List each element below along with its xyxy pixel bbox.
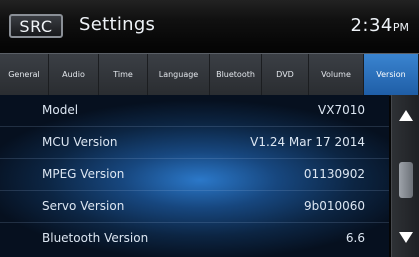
tab-time[interactable]: Time bbox=[99, 54, 148, 95]
triangle-down-icon bbox=[399, 231, 413, 243]
clock: 2:34PM bbox=[350, 15, 409, 36]
clock-time: 2:34 bbox=[350, 15, 393, 36]
list-item: MCU Version V1.24 Mar 17 2014 bbox=[0, 127, 389, 159]
page-title: Settings bbox=[79, 14, 156, 35]
source-button[interactable]: SRC bbox=[9, 14, 63, 38]
top-bar: SRC Settings 2:34PM bbox=[0, 0, 419, 47]
item-label: Model bbox=[42, 103, 79, 117]
list-item: Servo Version 9b010060 bbox=[0, 191, 389, 223]
tab-volume[interactable]: Volume bbox=[309, 54, 364, 95]
scrollbar[interactable] bbox=[391, 95, 419, 257]
list-item: Model VX7010 bbox=[0, 95, 389, 127]
tab-dvd[interactable]: DVD bbox=[262, 54, 309, 95]
tab-language[interactable]: Language bbox=[148, 54, 210, 95]
item-label: MPEG Version bbox=[42, 167, 125, 181]
item-value: 6.6 bbox=[345, 231, 365, 245]
version-list: Model VX7010 MCU Version V1.24 Mar 17 20… bbox=[0, 95, 389, 257]
item-value: 01130902 bbox=[303, 167, 365, 181]
item-label: MCU Version bbox=[42, 135, 118, 149]
scroll-up-button[interactable] bbox=[392, 95, 419, 135]
item-value: 9b010060 bbox=[303, 199, 365, 213]
tab-bluetooth[interactable]: Bluetooth bbox=[210, 54, 262, 95]
scroll-down-button[interactable] bbox=[392, 217, 419, 257]
scroll-thumb[interactable] bbox=[399, 162, 413, 198]
list-item: MPEG Version 01130902 bbox=[0, 159, 389, 191]
settings-tabs: General Audio Time Language Bluetooth DV… bbox=[0, 53, 419, 96]
item-value: VX7010 bbox=[318, 103, 365, 117]
settings-screen: SRC Settings 2:34PM General Audio Time L… bbox=[0, 0, 419, 257]
triangle-up-icon bbox=[399, 109, 413, 121]
item-label: Bluetooth Version bbox=[42, 231, 149, 245]
list-item: Bluetooth Version 6.6 bbox=[0, 223, 389, 255]
tab-audio[interactable]: Audio bbox=[49, 54, 99, 95]
item-label: Servo Version bbox=[42, 199, 125, 213]
tab-version[interactable]: Version bbox=[364, 54, 419, 95]
item-value: V1.24 Mar 17 2014 bbox=[250, 135, 365, 149]
scroll-track[interactable] bbox=[399, 139, 413, 213]
clock-ampm: PM bbox=[392, 21, 409, 34]
tab-general[interactable]: General bbox=[0, 54, 49, 95]
